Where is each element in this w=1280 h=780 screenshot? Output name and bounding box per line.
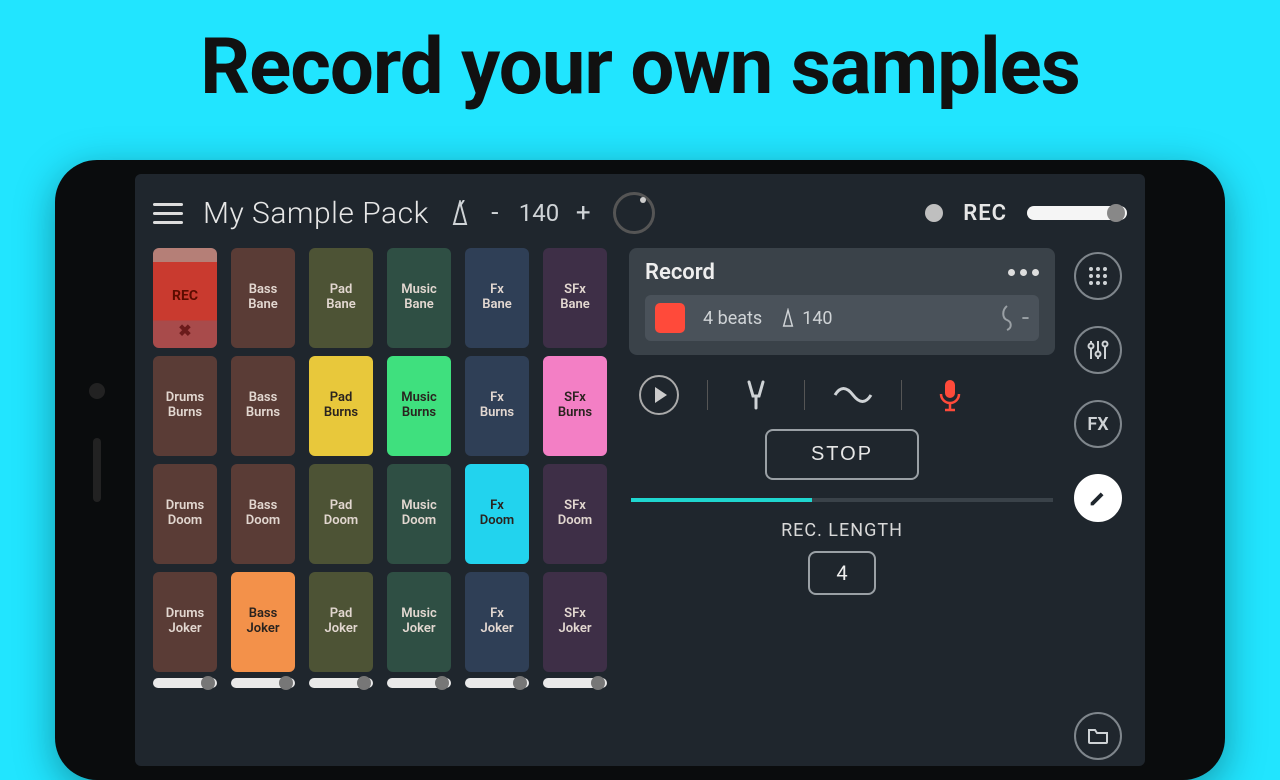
pad-sfx-bane[interactable]: SFxBane <box>543 248 607 348</box>
sliders-icon <box>1086 338 1110 362</box>
wave-icon[interactable] <box>833 375 873 415</box>
fx-button[interactable]: FX <box>1074 400 1122 448</box>
pad-pad-burns[interactable]: PadBurns <box>309 356 373 456</box>
pad-drums-joker[interactable]: DrumsJoker <box>153 572 217 672</box>
rec-length-label: REC. LENGTH <box>781 520 903 541</box>
pad-sfx-burns[interactable]: SFxBurns <box>543 356 607 456</box>
menu-icon[interactable] <box>153 203 183 224</box>
separator <box>707 380 708 410</box>
pad-grid: REC✖BassBanePadBaneMusicBaneFxBaneSFxBan… <box>153 248 615 672</box>
headline: Record your own samples <box>0 0 1280 113</box>
tempo-control: - 140 + <box>449 198 593 228</box>
pad-bass-joker[interactable]: BassJoker <box>231 572 295 672</box>
beats-label: 4 beats <box>703 308 762 329</box>
pad-bass-doom[interactable]: BassDoom <box>231 464 295 564</box>
master-volume-slider[interactable] <box>1027 206 1127 220</box>
topbar: My Sample Pack - 140 + REC <box>153 188 1127 238</box>
record-card: Record 4 beats 140 <box>629 248 1055 355</box>
record-progress[interactable] <box>631 498 1053 502</box>
pad-fx-joker[interactable]: FxJoker <box>465 572 529 672</box>
separator <box>804 380 805 410</box>
pad-fx-bane[interactable]: FxBane <box>465 248 529 348</box>
grid-view-button[interactable] <box>1074 252 1122 300</box>
pad-pad-doom[interactable]: PadDoom <box>309 464 373 564</box>
phone-frame: My Sample Pack - 140 + REC REC✖BassBaneP… <box>55 160 1225 780</box>
microphone-icon[interactable] <box>930 375 970 415</box>
detail-column: Record 4 beats 140 <box>629 248 1055 760</box>
separator <box>901 380 902 410</box>
pad-music-joker[interactable]: MusicJoker <box>387 572 451 672</box>
pad-sfx-doom[interactable]: SFxDoom <box>543 464 607 564</box>
folder-icon <box>1087 727 1109 745</box>
record-indicator-icon <box>925 204 943 222</box>
right-panel: Record 4 beats 140 <box>629 248 1127 760</box>
pad-fx-doom[interactable]: FxDoom <box>465 464 529 564</box>
column-volume-sfx[interactable] <box>543 678 607 688</box>
pad-drums-burns[interactable]: DrumsBurns <box>153 356 217 456</box>
pad-sfx-joker[interactable]: SFxJoker <box>543 572 607 672</box>
record-card-title: Record <box>645 260 715 285</box>
content-row: REC✖BassBanePadBaneMusicBaneFxBaneSFxBan… <box>153 248 1127 760</box>
column-volume-drums[interactable] <box>153 678 217 688</box>
gain-knob[interactable] <box>613 192 655 234</box>
side-toolbar: FX <box>1069 248 1127 760</box>
treble-clef-icon <box>998 304 1016 332</box>
pad-bass-bane[interactable]: BassBane <box>231 248 295 348</box>
pad-fx-burns[interactable]: FxBurns <box>465 356 529 456</box>
tuning-fork-icon[interactable] <box>736 375 776 415</box>
grid-icon <box>1087 265 1109 287</box>
clef-readout: - <box>998 303 1029 333</box>
pad-pad-joker[interactable]: PadJoker <box>309 572 373 672</box>
app-screen: My Sample Pack - 140 + REC REC✖BassBaneP… <box>135 174 1145 766</box>
pad-record[interactable]: REC✖ <box>153 248 217 348</box>
column-volume-bass[interactable] <box>231 678 295 688</box>
column-sliders <box>153 678 615 688</box>
record-info-row: 4 beats 140 - <box>645 295 1039 341</box>
pack-title: My Sample Pack <box>203 196 429 231</box>
stop-button[interactable]: STOP <box>765 429 919 480</box>
tempo-plus-button[interactable]: + <box>573 198 593 228</box>
pad-music-burns[interactable]: MusicBurns <box>387 356 451 456</box>
column-volume-fx[interactable] <box>465 678 529 688</box>
folder-button[interactable] <box>1074 712 1122 760</box>
pad-grid-wrap: REC✖BassBanePadBaneMusicBaneFxBaneSFxBan… <box>153 248 615 760</box>
color-swatch[interactable] <box>655 303 685 333</box>
record-label[interactable]: REC <box>963 201 1007 226</box>
more-icon[interactable] <box>1008 269 1039 276</box>
pad-music-doom[interactable]: MusicDoom <box>387 464 451 564</box>
record-tempo: 140 <box>780 308 832 329</box>
column-volume-pad[interactable] <box>309 678 373 688</box>
edit-button[interactable] <box>1074 474 1122 522</box>
pad-bass-burns[interactable]: BassBurns <box>231 356 295 456</box>
tempo-minus-button[interactable]: - <box>485 198 505 228</box>
edit-icon <box>1087 487 1109 509</box>
mixer-button[interactable] <box>1074 326 1122 374</box>
play-button[interactable] <box>639 375 679 415</box>
rec-length-value[interactable]: 4 <box>808 551 875 595</box>
pad-pad-bane[interactable]: PadBane <box>309 248 373 348</box>
column-volume-music[interactable] <box>387 678 451 688</box>
pad-drums-doom[interactable]: DrumsDoom <box>153 464 217 564</box>
mode-row <box>629 369 1055 415</box>
clef-value: - <box>1022 303 1029 333</box>
rec-length-group: REC. LENGTH 4 <box>629 520 1055 595</box>
metronome-icon <box>449 200 471 226</box>
record-tempo-value: 140 <box>802 308 832 329</box>
pad-music-bane[interactable]: MusicBane <box>387 248 451 348</box>
metronome-icon <box>780 308 796 328</box>
tempo-value: 140 <box>519 199 559 227</box>
